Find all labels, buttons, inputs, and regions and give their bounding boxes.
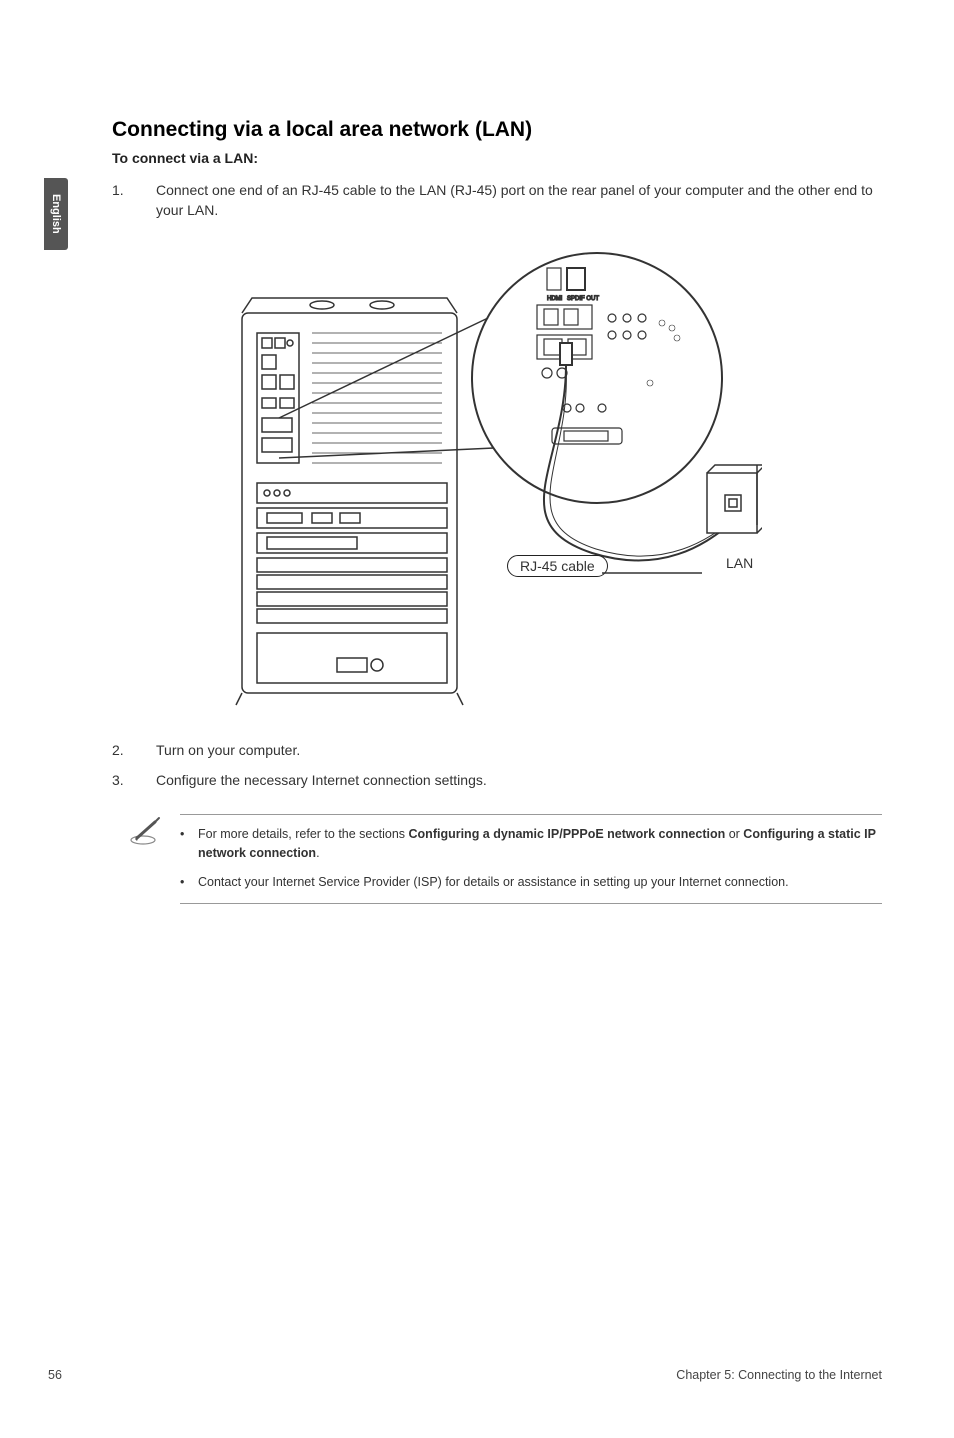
step-1: 1. Connect one end of an RJ-45 cable to … — [112, 180, 882, 221]
diagram-svg: HDMI SPDIF OUT — [172, 243, 762, 708]
note-suffix: . — [316, 846, 319, 860]
step-text: Connect one end of an RJ-45 cable to the… — [156, 180, 882, 221]
note-block: • For more details, refer to the section… — [112, 814, 882, 904]
step-2: 2. Turn on your computer. — [112, 740, 882, 760]
step-number: 1. — [112, 180, 156, 221]
lan-label: LAN — [712, 553, 767, 573]
step-text: Configure the necessary Internet connect… — [156, 770, 882, 790]
bullet-icon: • — [180, 873, 198, 892]
cable-label: RJ-45 cable — [507, 555, 608, 577]
step-number: 2. — [112, 740, 156, 760]
note-mid: or — [725, 827, 743, 841]
step-text: Turn on your computer. — [156, 740, 882, 760]
language-tab: English — [44, 178, 68, 250]
note-item: • For more details, refer to the section… — [180, 825, 882, 863]
note-icon — [112, 814, 180, 904]
note-text: For more details, refer to the sections … — [198, 825, 882, 863]
note-item: • Contact your Internet Service Provider… — [180, 873, 882, 892]
step-number: 3. — [112, 770, 156, 790]
step-3: 3. Configure the necessary Internet conn… — [112, 770, 882, 790]
svg-text:SPDIF OUT: SPDIF OUT — [567, 296, 599, 302]
note-bold: Configuring a dynamic IP/PPPoE network c… — [409, 827, 726, 841]
svg-text:HDMI: HDMI — [547, 296, 563, 302]
label-arrow — [602, 567, 712, 587]
page-number: 56 — [48, 1368, 62, 1382]
chapter-label: Chapter 5: Connecting to the Internet — [676, 1368, 882, 1382]
note-body: • For more details, refer to the section… — [180, 814, 882, 904]
page-content: Connecting via a local area network (LAN… — [112, 118, 882, 904]
section-subheading: To connect via a LAN: — [112, 150, 882, 166]
section-heading: Connecting via a local area network (LAN… — [112, 118, 882, 142]
note-pre: For more details, refer to the sections — [198, 827, 409, 841]
connection-diagram: HDMI SPDIF OUT — [172, 243, 762, 708]
bullet-icon: • — [180, 825, 198, 863]
page-footer: 56 Chapter 5: Connecting to the Internet — [48, 1368, 882, 1382]
note-text: Contact your Internet Service Provider (… — [198, 873, 882, 892]
